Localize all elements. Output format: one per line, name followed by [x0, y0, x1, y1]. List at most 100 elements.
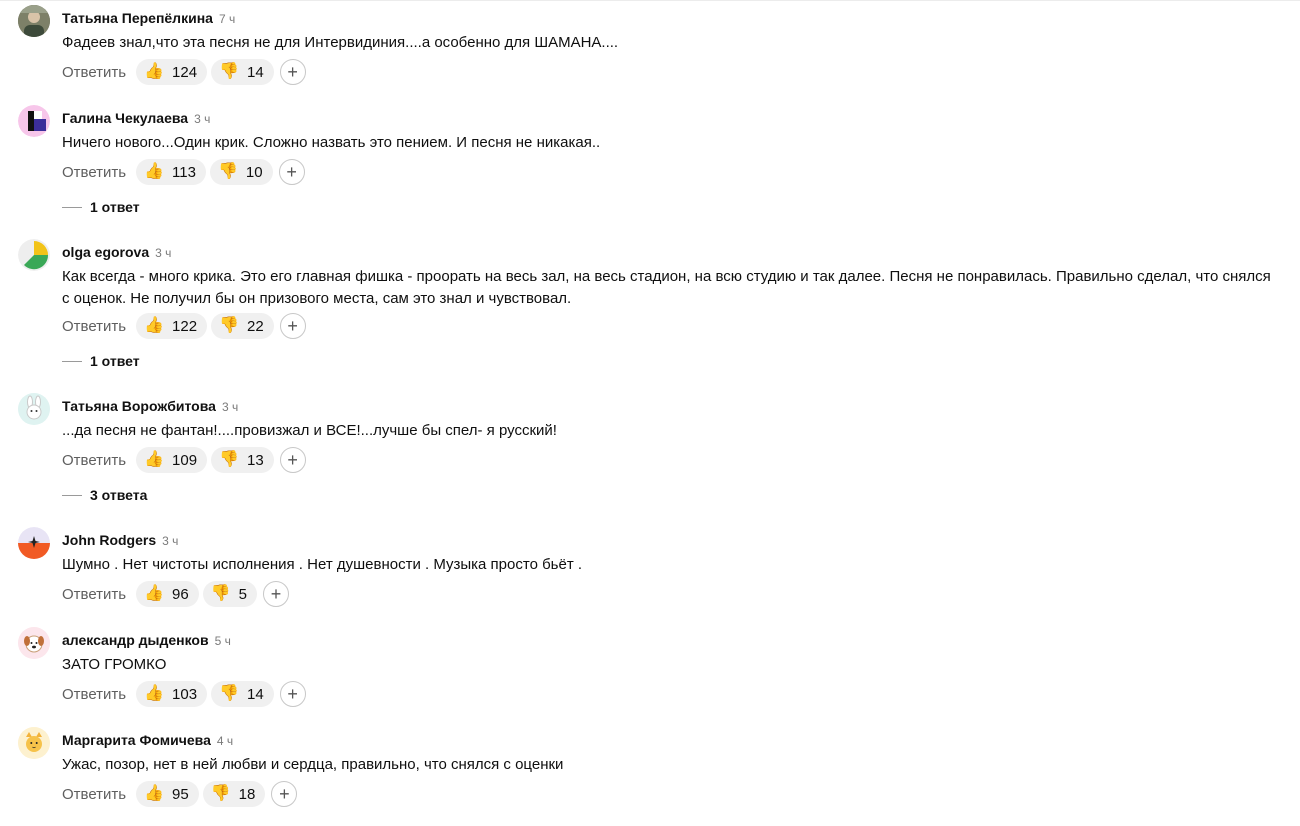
comment-time: 3 ч — [162, 534, 179, 548]
dislike-button[interactable]: 👎 13 — [211, 447, 274, 473]
reply-button[interactable]: Ответить — [62, 318, 126, 335]
dislike-count: 13 — [247, 451, 264, 469]
comment-actions: Ответить 👍 95 👎 18 + — [62, 781, 298, 807]
reply-button[interactable]: Ответить — [62, 64, 126, 81]
comment-actions: Ответить 👍 124 👎 14 + — [62, 59, 306, 85]
replies-toggle[interactable]: 1 ответ — [62, 197, 140, 217]
like-button[interactable]: 👍 109 — [136, 447, 208, 473]
thumbs-up-icon: 👍 — [144, 585, 165, 602]
replies-dash — [62, 494, 82, 496]
comment-author[interactable]: Галина Чекулаева — [62, 110, 188, 126]
comment-text: ЗАТО ГРОМКО — [62, 656, 167, 673]
reply-button[interactable]: Ответить — [62, 452, 126, 469]
avatar[interactable] — [18, 727, 50, 759]
thumbs-up-icon: 👍 — [144, 317, 165, 334]
dislike-count: 10 — [245, 163, 263, 181]
comment-text: Фадеев знал,что эта песня не для Интерви… — [62, 34, 619, 51]
like-count: 122 — [172, 317, 198, 335]
like-count: 95 — [172, 785, 189, 803]
avatar[interactable] — [18, 239, 50, 271]
like-button[interactable]: 👍 103 — [136, 681, 208, 707]
comment-time: 7 ч — [218, 12, 236, 26]
comment-author[interactable]: александр дыденков — [62, 632, 209, 648]
avatar[interactable] — [18, 393, 50, 425]
dislike-count: 14 — [247, 63, 264, 81]
dislike-button[interactable]: 👎 22 — [211, 313, 274, 339]
like-button[interactable]: 👍 122 — [136, 313, 208, 339]
add-reaction-button[interactable]: + — [278, 159, 305, 185]
dislike-count: 22 — [247, 317, 264, 335]
dislike-button[interactable]: 👎 10 — [209, 159, 273, 185]
reply-button[interactable]: Ответить — [62, 786, 126, 803]
reply-button[interactable]: Ответить — [62, 586, 126, 603]
comment-author[interactable]: olga egorova — [62, 244, 149, 260]
thumbs-up-icon: 👍 — [144, 163, 165, 180]
avatar[interactable] — [18, 527, 50, 559]
thumbs-down-icon: 👎 — [219, 685, 239, 702]
comment-author[interactable]: Маргарита Фомичева — [62, 732, 211, 748]
dislike-button[interactable]: 👎 14 — [211, 681, 274, 707]
add-reaction-button[interactable]: + — [279, 681, 306, 707]
add-reaction-button[interactable]: + — [279, 313, 306, 339]
thumbs-down-icon: 👎 — [219, 451, 239, 468]
dislike-count: 14 — [247, 685, 264, 703]
replies-dash — [62, 206, 82, 208]
dislike-button[interactable]: 👎 18 — [202, 781, 266, 807]
like-count: 109 — [172, 451, 198, 469]
like-button[interactable]: 👍 96 — [136, 581, 199, 607]
comment-actions: Ответить 👍 96 👎 5 + — [62, 581, 289, 607]
dislike-button[interactable]: 👎 5 — [202, 581, 257, 607]
add-reaction-button[interactable]: + — [271, 781, 298, 807]
like-count: 113 — [172, 163, 196, 181]
like-count: 124 — [172, 63, 198, 81]
replies-count: 1 ответ — [90, 199, 140, 215]
thumbs-up-icon: 👍 — [144, 451, 165, 468]
comment-author[interactable]: Татьяна Перепёлкина — [62, 10, 213, 26]
comment-text: Ничего нового...Один крик. Сложно назват… — [62, 134, 601, 151]
thumbs-down-icon: 👎 — [210, 785, 231, 802]
add-reaction-button[interactable]: + — [279, 59, 306, 85]
like-count: 96 — [172, 585, 189, 603]
comment-actions: Ответить 👍 103 👎 14 + — [62, 681, 306, 707]
comment-time: 5 ч — [214, 634, 231, 648]
comment-actions: Ответить 👍 113 👎 10 + — [62, 159, 305, 185]
replies-count: 3 ответа — [90, 487, 148, 503]
dislike-count: 18 — [238, 785, 256, 803]
thumbs-down-icon: 👎 — [219, 317, 239, 334]
thumbs-up-icon: 👍 — [144, 63, 165, 80]
comment-text: ...да песня не фантан!....провизжал и ВС… — [62, 422, 557, 439]
dislike-button[interactable]: 👎 14 — [211, 59, 274, 85]
comment-time: 4 ч — [216, 734, 234, 748]
like-button[interactable]: 👍 124 — [136, 59, 208, 85]
comment-text: Шумно . Нет чистоты исполнения . Нет душ… — [62, 556, 583, 573]
comment-author[interactable]: Татьяна Ворожбитова — [62, 398, 216, 414]
like-button[interactable]: 👍 95 — [136, 781, 199, 807]
like-count: 103 — [172, 685, 198, 703]
comment-actions: Ответить 👍 122 👎 22 + — [62, 313, 306, 339]
thumbs-down-icon: 👎 — [219, 63, 239, 80]
comment-text: Как всегда - много крика. Это его главна… — [62, 268, 1271, 307]
replies-dash — [62, 360, 82, 362]
avatar[interactable] — [18, 627, 50, 659]
add-reaction-button[interactable]: + — [263, 581, 289, 607]
reply-button[interactable]: Ответить — [62, 164, 126, 181]
dislike-count: 5 — [238, 585, 247, 603]
add-reaction-button[interactable]: + — [279, 447, 306, 473]
reply-button[interactable]: Ответить — [62, 686, 126, 703]
replies-count: 1 ответ — [90, 353, 140, 369]
replies-toggle[interactable]: 1 ответ — [62, 351, 140, 371]
comment-author[interactable]: John Rodgers — [62, 532, 156, 548]
thumbs-down-icon: 👎 — [210, 585, 231, 602]
comment-time: 3 ч — [155, 246, 172, 260]
thumbs-up-icon: 👍 — [144, 785, 165, 802]
like-button[interactable]: 👍 113 — [136, 159, 206, 185]
comment-text: Ужас, позор, нет в ней любви и сердца, п… — [62, 756, 564, 773]
avatar[interactable] — [18, 105, 50, 137]
comment-time: 3 ч — [221, 400, 239, 414]
comment-time: 3 ч — [194, 112, 211, 126]
thumbs-down-icon: 👎 — [217, 163, 238, 180]
avatar[interactable] — [18, 5, 50, 37]
thumbs-up-icon: 👍 — [144, 685, 165, 702]
comment-actions: Ответить 👍 109 👎 13 + — [62, 447, 306, 473]
replies-toggle[interactable]: 3 ответа — [62, 485, 147, 505]
